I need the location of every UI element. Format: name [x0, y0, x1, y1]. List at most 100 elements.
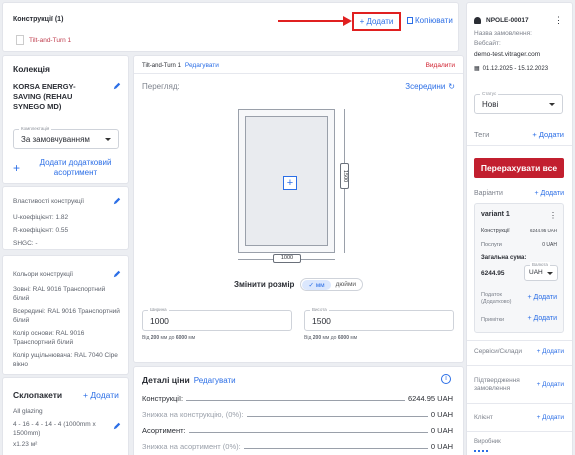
variant-more-icon[interactable]: ⋮	[549, 211, 557, 220]
info-icon[interactable]: i	[441, 374, 451, 384]
edit-product-link[interactable]: Редагувати	[185, 62, 219, 69]
height-dimension-label[interactable]: 1500	[340, 163, 349, 189]
more-icon[interactable]: ⋮	[554, 15, 563, 26]
width-dimension-label[interactable]: 1000	[273, 254, 301, 263]
colors-panel: Кольори конструкції Зовні: RAL 9016 Тран…	[3, 256, 128, 374]
delete-button[interactable]: Видалити	[426, 62, 455, 69]
copy-button[interactable]: Копіювати	[407, 16, 453, 25]
price-row-leader	[243, 448, 428, 449]
complect-label: Комплектація	[19, 126, 52, 131]
order-name-label: Назва замовлення:	[474, 30, 532, 37]
add-note-button[interactable]: + Додати	[527, 315, 557, 322]
copy-label: Копіювати	[415, 16, 453, 25]
rotate-icon: ↻	[448, 82, 455, 91]
collection-panel: Колекція KORSA ENERGY-SAVING (REHAU SYNE…	[3, 56, 128, 183]
add-confirmation-button[interactable]: + Додати	[537, 381, 564, 388]
price-row: Знижка на асортимент (0%): 0 UAH	[142, 442, 453, 451]
chevron-down-icon	[549, 103, 555, 106]
price-heading: Деталі ціни	[142, 375, 190, 385]
add-assortment-label: Додати додатковий асортимент	[39, 158, 112, 177]
variant-constructions-label: Конструкції	[481, 228, 510, 234]
price-row-leader	[246, 416, 428, 417]
variant-card[interactable]: variant 1 ⋮ Конструкції 6244.95 UAH Посл…	[474, 203, 564, 333]
height-value: 1500	[312, 316, 331, 326]
view-toggle[interactable]: Зсередини ↻	[405, 82, 455, 91]
price-row-label: Конструкції:	[142, 394, 184, 403]
construction-thumbnail[interactable]	[16, 35, 24, 45]
width-label: Ширина	[148, 307, 169, 312]
add-client-button[interactable]: + Додати	[537, 414, 564, 421]
status-select[interactable]: Статус Нові	[474, 91, 563, 114]
edit-properties-icon[interactable]	[113, 197, 121, 205]
variants-label: Варіанти	[474, 190, 503, 197]
add-tag-button[interactable]: + Додати	[532, 130, 564, 139]
unit-toggle[interactable]: ✓ мм дюйми	[300, 278, 364, 291]
status-value: Нові	[482, 100, 499, 109]
add-construction-button[interactable]: + Додати	[352, 12, 401, 31]
glazing-formula: 4 - 16 - 4 - 14 - 4 (1000mm x 1500mm)	[13, 421, 96, 437]
currency-value: UAH	[529, 269, 543, 276]
edit-colors-icon[interactable]	[113, 270, 121, 278]
color-base: Колір основи: RAL 9016 Транспортний біли…	[13, 330, 85, 346]
shgc-value: SHGC: -	[13, 240, 38, 247]
constructions-title: Конструкції (1)	[13, 16, 64, 23]
edit-glazing-icon[interactable]	[113, 422, 121, 430]
website-label: Вебсайт:	[474, 40, 501, 47]
construction-item[interactable]: Tilt-and-Turn 1	[29, 37, 71, 44]
price-row-value: 0 UAH	[430, 426, 453, 435]
window-sash[interactable]: +	[245, 116, 328, 246]
configurator-panel: Tilt-and-Turn 1 Редагувати Видалити Пере…	[134, 56, 463, 362]
price-row: Асортимент: 0 UAH	[142, 426, 453, 435]
annotation-arrow	[278, 20, 350, 22]
price-row-label: Знижка на асортимент (0%):	[142, 442, 241, 451]
add-glazing-button[interactable]: + Додати	[83, 390, 119, 400]
confirmation-label: Підтвердження замовлення	[474, 377, 520, 392]
unit-mm-option[interactable]: ✓ мм	[302, 279, 331, 290]
height-hint: Від 200 мм до 6000 мм	[304, 335, 358, 341]
view-label: Перегляд:	[142, 82, 180, 91]
plus-icon: +	[13, 161, 21, 175]
glazing-all: All glazing	[13, 408, 43, 415]
variant-name: variant 1	[481, 211, 510, 218]
variant-constructions-value: 6244.95 UAH	[529, 228, 557, 233]
width-input[interactable]: Ширина 1000	[142, 307, 292, 331]
add-service-button[interactable]: + Додати	[537, 348, 564, 355]
edit-price-link[interactable]: Редагувати	[194, 376, 236, 385]
order-sidebar: NPOLE-00017 ⋮ Назва замовлення: Вебсайт:…	[467, 3, 572, 455]
add-tax-button[interactable]: + Додати	[527, 294, 557, 301]
recalculate-all-button[interactable]: Перерахувати все	[474, 158, 564, 178]
variant-total-label: Загальна сума:	[481, 255, 527, 261]
unit-mm-label: мм	[315, 281, 325, 289]
complect-select[interactable]: Комплектація За замовчуванням	[13, 126, 119, 149]
complect-value: За замовчуванням	[21, 135, 90, 144]
add-element-icon[interactable]: +	[283, 176, 297, 190]
price-row-leader	[186, 400, 405, 401]
status-label: Статус	[480, 91, 499, 96]
add-assortment-button[interactable]: + Додати додатковий асортимент	[13, 158, 123, 178]
price-row: Конструкції: 6244.95 UAH	[142, 394, 453, 403]
resize-control: Змінити розмір ✓ мм дюйми	[234, 278, 364, 291]
client-label: Клієнт	[474, 414, 493, 421]
variant-services-label: Послуги	[481, 242, 502, 248]
price-row-value: 0 UAH	[430, 442, 453, 451]
currency-select[interactable]: Валюта UAH	[524, 262, 558, 281]
edit-collection-icon[interactable]	[113, 82, 121, 90]
price-details-panel: Деталі ціни Редагувати i Конструкції: 624…	[134, 367, 463, 455]
product-name: Tilt-and-Turn 1	[142, 62, 181, 69]
product-header: Tilt-and-Turn 1 Редагувати	[142, 62, 219, 69]
unit-inch-option[interactable]: дюйми	[331, 280, 361, 289]
glazing-area: x1.23 м²	[13, 441, 38, 448]
height-input[interactable]: Висота 1500	[304, 307, 454, 331]
constructions-bar: Конструкції (1) Tilt-and-Turn 1 + Додати…	[3, 3, 458, 51]
notes-label: Примітки	[481, 317, 505, 323]
user-icon	[474, 17, 481, 24]
order-id-row: NPOLE-00017	[474, 17, 529, 24]
price-header: Деталі ціни Редагувати	[142, 375, 236, 385]
add-variant-button[interactable]: + Додати	[534, 190, 564, 197]
price-row: Знижка на конструкцію, (0%): 0 UAH	[142, 410, 453, 419]
price-row-leader	[188, 432, 428, 433]
window-frame[interactable]: +	[238, 109, 335, 253]
collection-name: KORSA ENERGY-SAVING (REHAU SYNEGO MD)	[13, 82, 76, 111]
properties-panel: Властивості конструкції U-коефіцієнт: 1.…	[3, 187, 128, 249]
currency-label: Валюта	[530, 262, 550, 267]
